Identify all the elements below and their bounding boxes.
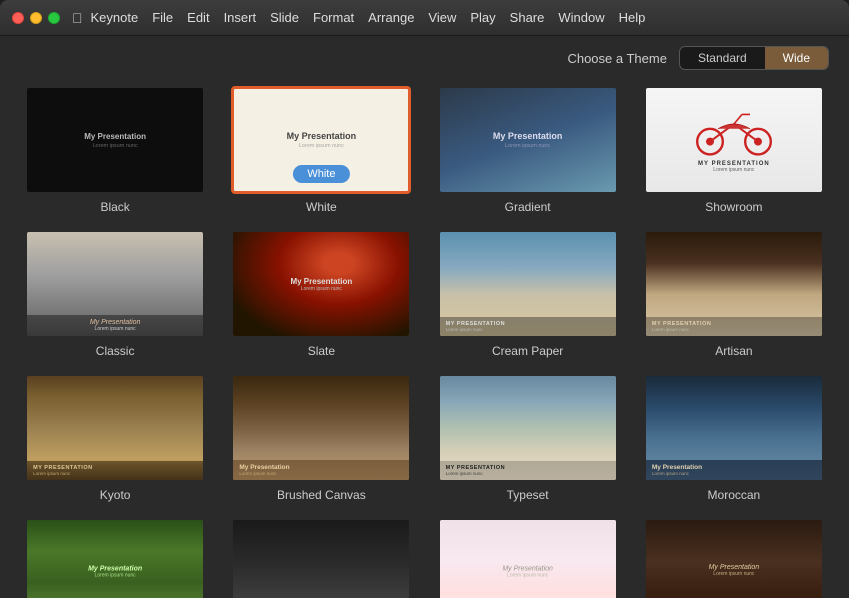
theme-slate[interactable]: My Presentation Lorem ipsum nunc Slate xyxy=(226,230,416,358)
menu-file[interactable]: File xyxy=(152,10,173,25)
theme-slate-label: Slate xyxy=(308,344,335,358)
menu-window[interactable]: Window xyxy=(558,10,604,25)
theme-elegant-thumbnail: My Presentation Lorem ipsum nunc xyxy=(644,518,824,598)
theme-floral-thumbnail: My Presentation Lorem ipsum nunc xyxy=(438,518,618,598)
theme-artisan-label: Artisan xyxy=(715,344,752,358)
choose-theme-label: Choose a Theme xyxy=(567,51,667,66)
theme-white-label: White xyxy=(306,200,337,214)
format-toggle[interactable]: Standard Wide xyxy=(679,46,829,70)
menu-format[interactable]: Format xyxy=(313,10,354,25)
theme-brushed-thumbnail: My Presentation Lorem ipsum nunc xyxy=(231,374,411,482)
theme-brushed[interactable]: My Presentation Lorem ipsum nunc Brushed… xyxy=(226,374,416,502)
theme-moroccan[interactable]: My Presentation Lorem ipsum nunc Morocca… xyxy=(639,374,829,502)
maximize-button[interactable] xyxy=(48,12,60,24)
theme-artisan[interactable]: MY PRESENTATION Lorem ipsum nunc Artisan xyxy=(639,230,829,358)
menu-arrange[interactable]: Arrange xyxy=(368,10,414,25)
bike-svg xyxy=(694,107,774,157)
menu-edit[interactable]: Edit xyxy=(187,10,209,25)
theme-elegant[interactable]: My Presentation Lorem ipsum nunc xyxy=(639,518,829,598)
theme-kyoto[interactable]: MY PRESENTATION Lorem ipsum nunc Kyoto xyxy=(20,374,210,502)
theme-artisan-thumbnail: MY PRESENTATION Lorem ipsum nunc xyxy=(644,230,824,338)
apple-logo-icon:  xyxy=(72,10,83,26)
theme-cream-thumbnail: MY PRESENTATION Lorem ipsum nunc xyxy=(438,230,618,338)
theme-showroom[interactable]: MY PRESENTATION Lorem ipsum nunc Showroo… xyxy=(639,86,829,214)
white-selected-badge: White xyxy=(293,165,349,183)
theme-nature-thumbnail: My Presentation Lorem ipsum nunc xyxy=(25,518,205,598)
menu-bar: Keynote File Edit Insert Slide Format Ar… xyxy=(91,10,646,25)
theme-black-label: Black xyxy=(100,200,129,214)
traffic-lights xyxy=(12,12,60,24)
theme-moroccan-label: Moroccan xyxy=(708,488,761,502)
theme-gradient-thumbnail: My Presentation Lorem ipsum nunc xyxy=(438,86,618,194)
menu-view[interactable]: View xyxy=(428,10,456,25)
theme-cream-label: Cream Paper xyxy=(492,344,563,358)
theme-typeset-label: Typeset xyxy=(507,488,549,502)
wide-toggle[interactable]: Wide xyxy=(765,47,828,69)
theme-slate-thumbnail: My Presentation Lorem ipsum nunc xyxy=(231,230,411,338)
minimize-button[interactable] xyxy=(30,12,42,24)
titlebar:  Keynote File Edit Insert Slide Format … xyxy=(0,0,849,36)
standard-toggle[interactable]: Standard xyxy=(680,47,765,69)
menu-keynote[interactable]: Keynote xyxy=(91,10,139,25)
theme-moroccan-thumbnail: My Presentation Lorem ipsum nunc xyxy=(644,374,824,482)
theme-kyoto-label: Kyoto xyxy=(100,488,131,502)
theme-header: Choose a Theme Standard Wide xyxy=(0,36,849,78)
theme-classic-label: Classic xyxy=(96,344,135,358)
menu-slide[interactable]: Slide xyxy=(270,10,299,25)
theme-modern-thumbnail: MY PRESENTATION Lorem ipsum nunc xyxy=(231,518,411,598)
theme-modern[interactable]: MY PRESENTATION Lorem ipsum nunc xyxy=(226,518,416,598)
theme-classic[interactable]: My Presentation Lorem ipsum nunc Classic xyxy=(20,230,210,358)
menu-share[interactable]: Share xyxy=(510,10,545,25)
theme-brushed-label: Brushed Canvas xyxy=(277,488,366,502)
close-button[interactable] xyxy=(12,12,24,24)
theme-gradient-label: Gradient xyxy=(505,200,551,214)
menu-play[interactable]: Play xyxy=(470,10,495,25)
theme-showroom-thumbnail: MY PRESENTATION Lorem ipsum nunc xyxy=(644,86,824,194)
theme-white[interactable]: My Presentation Lorem ipsum nunc White W… xyxy=(226,86,416,214)
theme-typeset-thumbnail: MY PRESENTATION Lorem ipsum nunc xyxy=(438,374,618,482)
themes-grid: My Presentation Lorem ipsum nunc Black M… xyxy=(0,78,849,598)
theme-kyoto-thumbnail: MY PRESENTATION Lorem ipsum nunc xyxy=(25,374,205,482)
theme-nature[interactable]: My Presentation Lorem ipsum nunc xyxy=(20,518,210,598)
main-content: Choose a Theme Standard Wide My Presenta… xyxy=(0,36,849,598)
theme-floral[interactable]: My Presentation Lorem ipsum nunc xyxy=(433,518,623,598)
theme-black[interactable]: My Presentation Lorem ipsum nunc Black xyxy=(20,86,210,214)
theme-white-thumbnail: My Presentation Lorem ipsum nunc White xyxy=(231,86,411,194)
menu-help[interactable]: Help xyxy=(619,10,646,25)
theme-black-thumbnail: My Presentation Lorem ipsum nunc xyxy=(25,86,205,194)
theme-gradient[interactable]: My Presentation Lorem ipsum nunc Gradien… xyxy=(433,86,623,214)
theme-showroom-label: Showroom xyxy=(705,200,762,214)
theme-cream[interactable]: MY PRESENTATION Lorem ipsum nunc Cream P… xyxy=(433,230,623,358)
theme-typeset[interactable]: MY PRESENTATION Lorem ipsum nunc Typeset xyxy=(433,374,623,502)
theme-classic-thumbnail: My Presentation Lorem ipsum nunc xyxy=(25,230,205,338)
menu-insert[interactable]: Insert xyxy=(224,10,257,25)
